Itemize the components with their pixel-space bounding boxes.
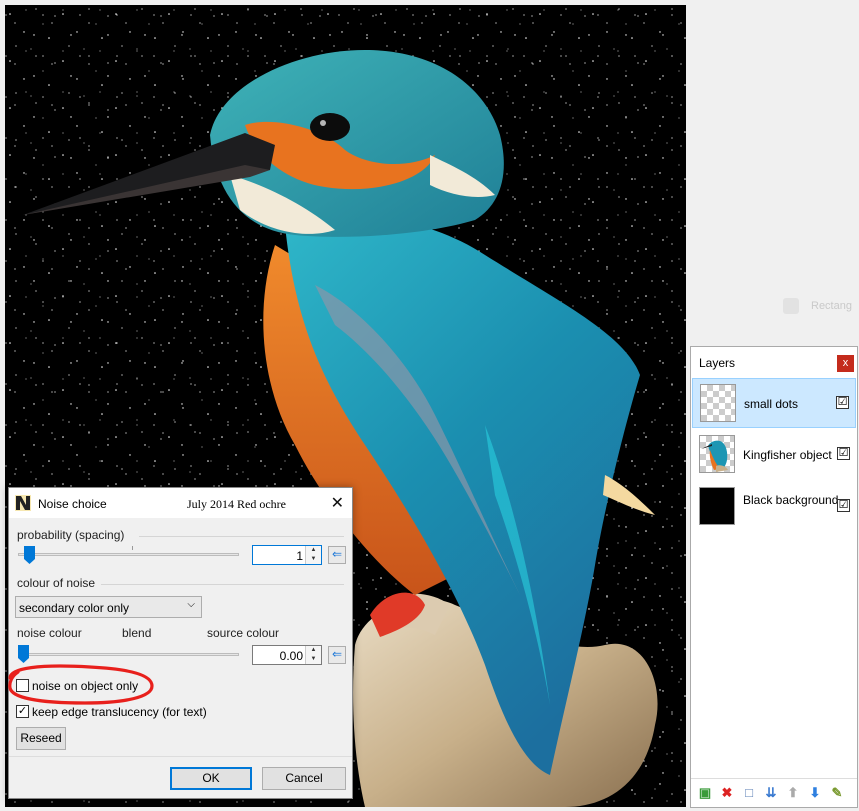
probability-spinbox[interactable]: 1 ▲ ▼ [252,545,322,565]
blend-slider-track[interactable] [18,653,239,656]
dialog-footer-divider [9,756,352,757]
layers-close-button[interactable]: x [837,355,854,372]
layer-visibility-checkbox[interactable]: ☑ [837,499,850,512]
blend-label: blend [122,626,152,640]
layer-thumbnail [700,384,736,422]
layer-item-kingfisher-object[interactable]: Kingfisher object ☑ [692,430,856,480]
dialog-close-icon[interactable]: ✕ [331,493,344,513]
move-up-icon[interactable]: ⬆ [785,785,801,801]
plugin-logo-icon [15,495,31,511]
colour-of-noise-dropdown[interactable]: secondary color only ⌵ [15,596,202,618]
blend-slider-thumb[interactable] [18,645,29,663]
spin-up-icon[interactable]: ▲ [306,546,321,555]
delete-layer-icon[interactable]: ✖ [719,785,735,801]
rectangle-select-icon [783,298,799,314]
reseed-button[interactable]: Reseed [16,727,66,750]
blend-reset-button[interactable]: ⇐ [328,646,346,664]
layer-item-black-background[interactable]: Black background ☑ [692,482,856,532]
noise-on-object-only-checkbox[interactable] [16,679,29,692]
probability-label: probability (spacing) [17,528,125,542]
layers-panel-header: Layers x [691,347,857,377]
source-colour-label: source colour [207,626,280,640]
layer-name: small dots [744,397,799,411]
move-down-icon[interactable]: ⬇ [807,785,823,801]
keep-edge-translucency-checkbox[interactable]: ✓ [16,705,29,718]
add-layer-icon[interactable]: ▣ [697,785,713,801]
colour-of-noise-label: colour of noise [17,576,96,590]
dialog-subtitle: July 2014 Red ochre [187,497,286,511]
layer-item-small-dots[interactable]: small dots ☑ [692,378,856,428]
layer-name: Kingfisher object [743,448,832,462]
spin-buttons[interactable]: ▲ ▼ [305,646,321,664]
properties-icon[interactable]: ✎ [829,785,845,801]
kingfisher-thumbnail-icon [701,440,728,472]
duplicate-layer-icon[interactable]: □ [741,785,757,801]
probability-slider-thumb[interactable] [24,546,36,564]
probability-value: 1 [296,549,303,563]
layer-visibility-checkbox[interactable]: ☑ [836,396,849,409]
spin-up-icon[interactable]: ▲ [306,646,321,655]
layer-thumbnail [699,487,735,525]
probability-slider-track[interactable] [18,553,239,556]
cancel-button[interactable]: Cancel [262,767,346,790]
spin-down-icon[interactable]: ▼ [306,555,321,564]
merge-down-icon[interactable]: ⇊ [763,785,779,801]
dialog-titlebar: Noise choice July 2014 Red ochre ✕ [9,488,352,518]
ok-button[interactable]: OK [170,767,252,790]
noise-colour-label: noise colour [17,626,82,640]
spin-down-icon[interactable]: ▼ [306,655,321,664]
spin-buttons[interactable]: ▲ ▼ [305,546,321,564]
blend-spinbox[interactable]: 0.00 ▲ ▼ [252,645,322,665]
chevron-down-icon: ⌵ [187,599,195,610]
probability-reset-button[interactable]: ⇐ [328,546,346,564]
keep-edge-translucency-label[interactable]: keep edge translucency (for text) [32,705,207,719]
noise-choice-dialog[interactable]: Noise choice July 2014 Red ochre ✕ proba… [8,487,353,799]
layer-visibility-checkbox[interactable]: ☑ [837,447,850,460]
slider-tick [132,546,133,550]
background-toolbar-label: Rectang [811,300,852,312]
section-divider [139,536,344,537]
colour-of-noise-value: secondary color only [19,601,130,615]
layers-toolbar: ▣ ✖ □ ⇊ ⬆ ⬇ ✎ [691,778,857,807]
blend-value: 0.00 [279,649,303,663]
section-divider [101,584,344,585]
layers-panel[interactable]: Layers x small dots ☑ Kingfisher object … [690,346,858,808]
layers-panel-title: Layers [699,356,736,370]
noise-on-object-only-label[interactable]: noise on object only [32,679,138,693]
layer-thumbnail [699,435,735,473]
background-toolbar: Rectang [783,296,859,318]
dialog-title: Noise choice [38,497,107,511]
layer-name: Black background [743,493,839,507]
